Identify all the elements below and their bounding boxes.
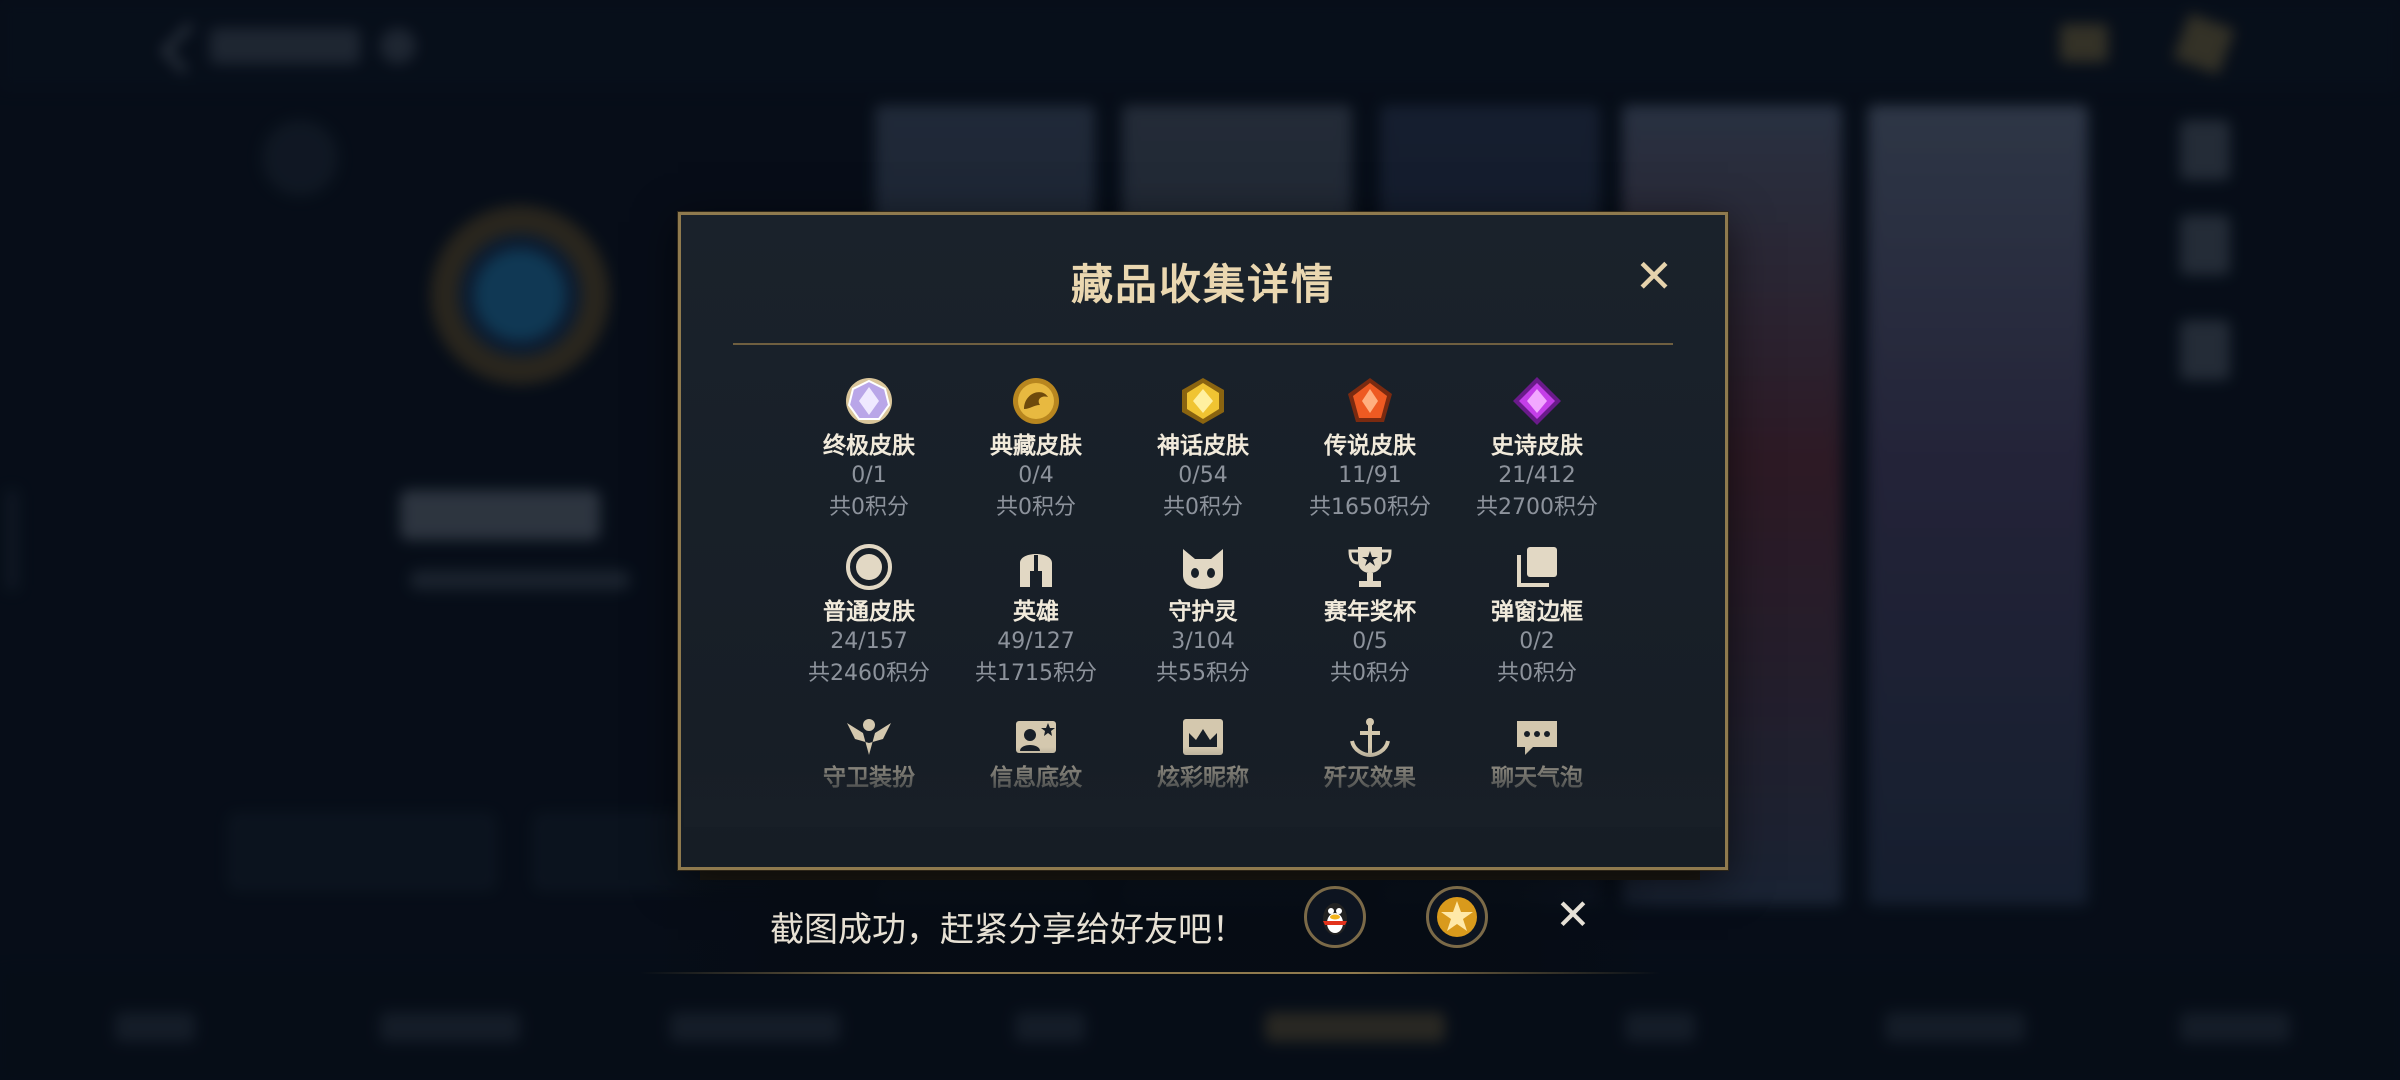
mythic-skin-gem-icon [1182, 378, 1224, 424]
season-trophy-icon [1348, 547, 1392, 587]
hero-helmet-icon [1020, 554, 1052, 587]
popup-frame-icon [1517, 547, 1557, 587]
collection-details-dialog: 藏品收集详情 ✕ 终极皮肤 0/1 共0积分 典藏皮肤 0/4 共0积分 神话皮… [678, 212, 1728, 870]
item-name: 聊天气泡 [1491, 765, 1583, 791]
share-favorite-button[interactable] [1426, 886, 1488, 948]
legend-skin-gem-icon [1348, 378, 1392, 422]
item-points: 共0积分 [1497, 661, 1577, 686]
item-points: 共2700积分 [1476, 495, 1598, 520]
toast-underline [640, 972, 1660, 974]
collector-skin-dragon-icon [1013, 378, 1059, 424]
collection-grid: 终极皮肤 0/1 共0积分 典藏皮肤 0/4 共0积分 神话皮肤 0/54 共0… [681, 215, 1725, 867]
ultimate-skin-gem-icon [846, 378, 892, 424]
item-count: 21/412 [1498, 463, 1576, 488]
collection-item-popup-frame[interactable]: 弹窗边框 0/2 共0积分 [1437, 541, 1637, 691]
star-icon [1437, 897, 1477, 937]
chat-bubble-icon [1517, 721, 1557, 755]
collection-item-chat-bubble[interactable]: 聊天气泡 [1437, 715, 1637, 793]
guardian-spirit-icon [1183, 549, 1223, 589]
item-name: 弹窗边框 [1491, 599, 1583, 625]
info-background-icon [1016, 721, 1056, 753]
toast-message: 截图成功，赶紧分享给好友吧！ [770, 910, 1246, 950]
screenshot-share-toast: 截图成功，赶紧分享给好友吧！ ✕ [640, 880, 1660, 976]
qq-penguin-icon [1323, 903, 1347, 935]
toast-close-icon[interactable]: ✕ [1550, 892, 1596, 938]
share-qq-button[interactable] [1304, 886, 1366, 948]
item-count: 0/2 [1519, 629, 1555, 654]
item-name: 史诗皮肤 [1491, 433, 1583, 459]
guard-outfit-icon [847, 719, 891, 755]
colorful-nickname-icon [1183, 719, 1223, 755]
normal-skin-ring-icon [846, 544, 892, 590]
annihilate-effect-icon [1350, 718, 1390, 758]
collection-item-epic-skin[interactable]: 史诗皮肤 21/412 共2700积分 [1437, 375, 1637, 525]
epic-skin-gem-icon [1513, 377, 1561, 425]
